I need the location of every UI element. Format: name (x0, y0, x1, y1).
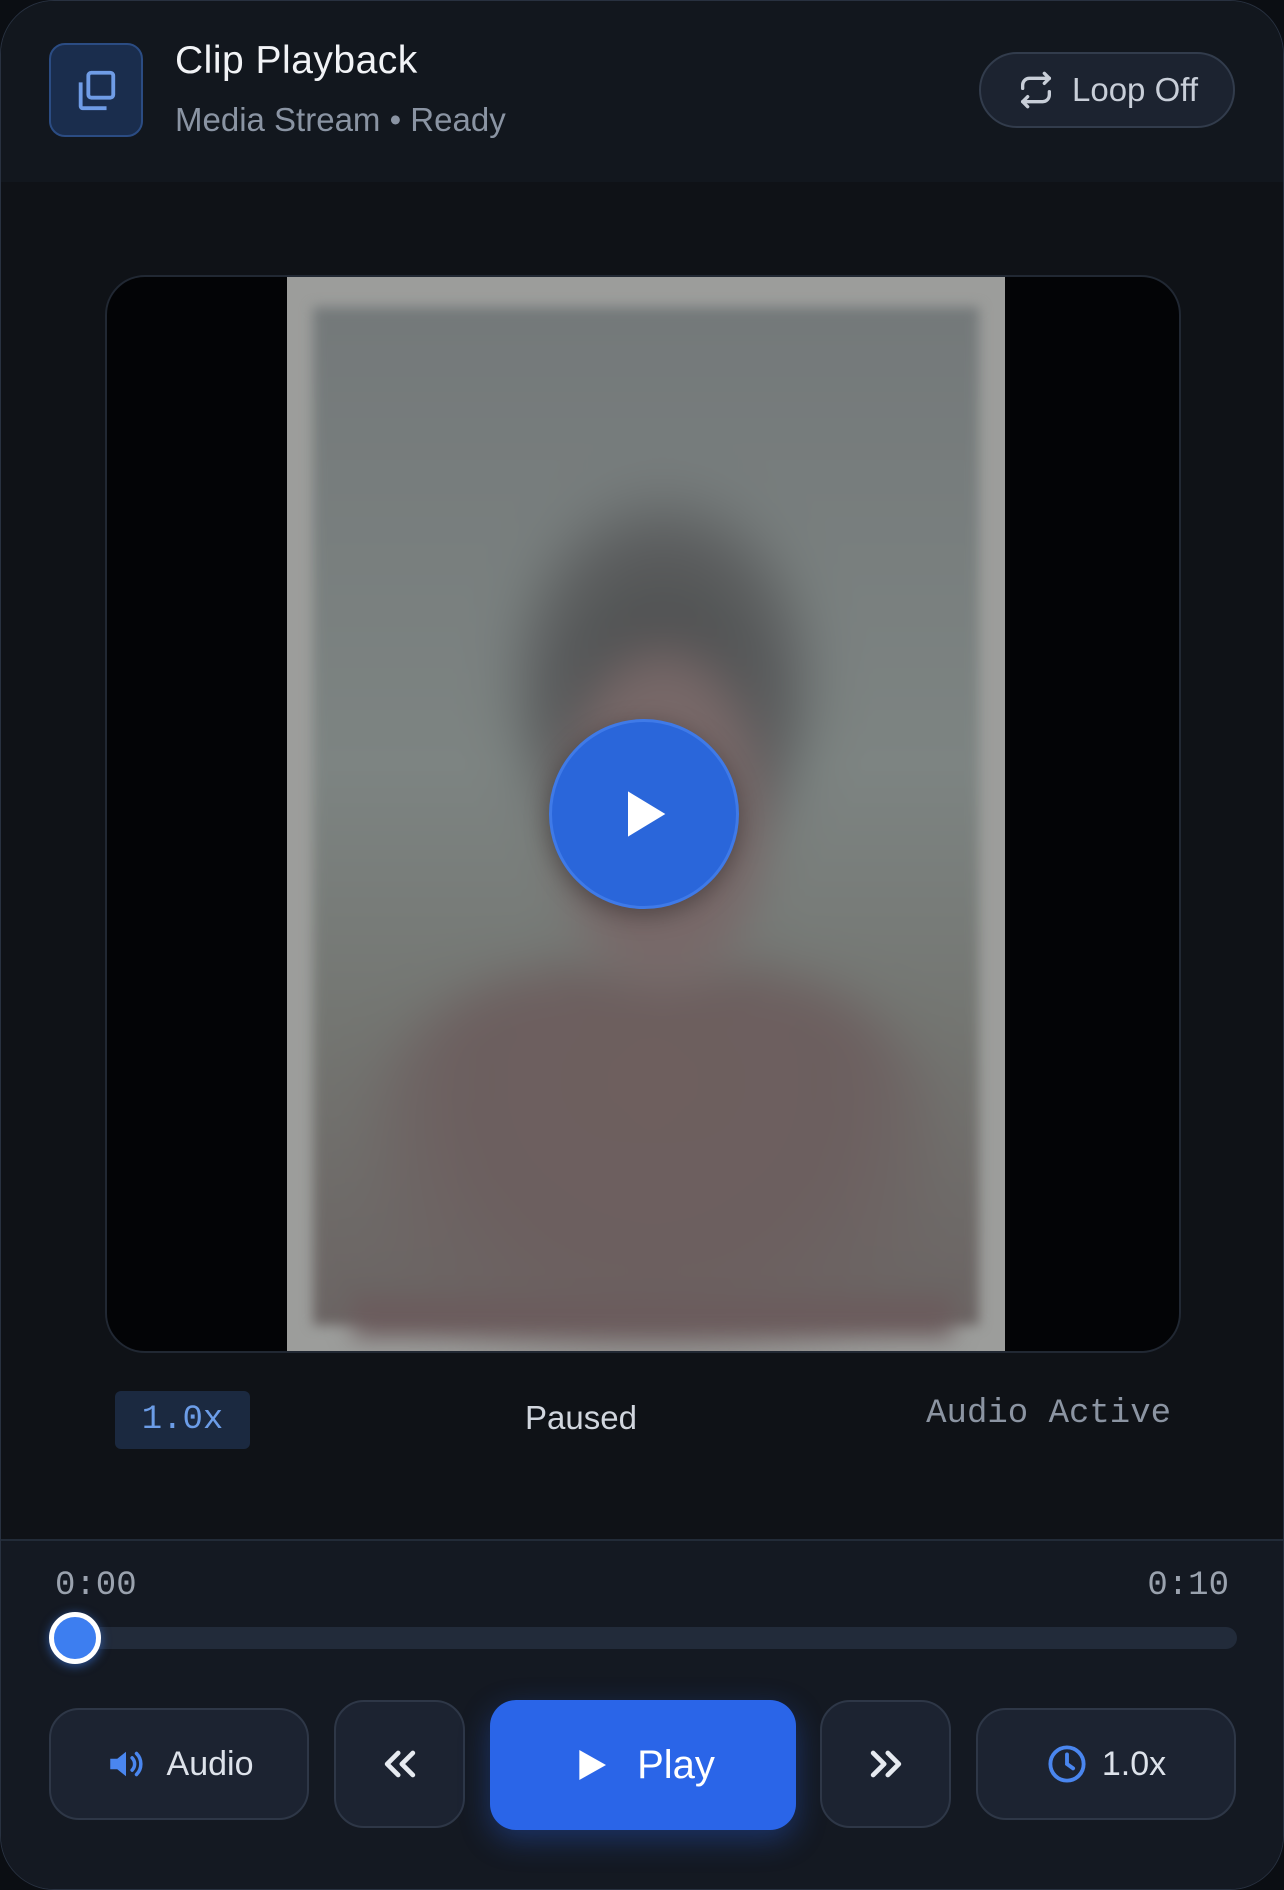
seek-handle[interactable] (49, 1612, 101, 1664)
speed-button[interactable]: 1.0x (976, 1708, 1236, 1820)
video-player[interactable] (105, 275, 1181, 1353)
play-icon (571, 1745, 611, 1785)
audio-label: Audio (166, 1744, 254, 1783)
clock-icon (1046, 1743, 1088, 1785)
loop-toggle-button[interactable]: Loop Off (979, 52, 1235, 128)
page-subtitle: Media Stream • Ready (175, 101, 506, 138)
audio-button[interactable]: Audio (49, 1708, 309, 1820)
repeat-icon (1016, 70, 1056, 110)
playback-state: Paused (525, 1399, 637, 1436)
audio-status: Audio Active (926, 1395, 1171, 1433)
player-card: Clip Playback Media Stream • Ready Loop … (0, 0, 1284, 1890)
center-play-button[interactable] (549, 719, 739, 909)
loop-label: Loop Off (1072, 71, 1198, 108)
page-title: Clip Playback (175, 39, 418, 82)
play-button[interactable]: Play (490, 1700, 796, 1830)
play-label: Play (637, 1742, 715, 1787)
fast-forward-button[interactable] (820, 1700, 951, 1828)
seek-bar[interactable] (75, 1627, 1237, 1649)
speed-label: 1.0x (1101, 1744, 1167, 1783)
copy-icon (49, 43, 143, 137)
speaker-icon (105, 1743, 147, 1785)
current-time: 0:00 (55, 1567, 137, 1605)
speed-badge: 1.0x (115, 1391, 250, 1449)
chevrons-left-icon (378, 1742, 422, 1786)
chevrons-right-icon (864, 1742, 908, 1786)
duration: 0:10 (1147, 1567, 1229, 1605)
play-icon (612, 782, 676, 846)
header: Clip Playback Media Stream • Ready Loop … (1, 1, 1283, 184)
rewind-button[interactable] (334, 1700, 465, 1828)
